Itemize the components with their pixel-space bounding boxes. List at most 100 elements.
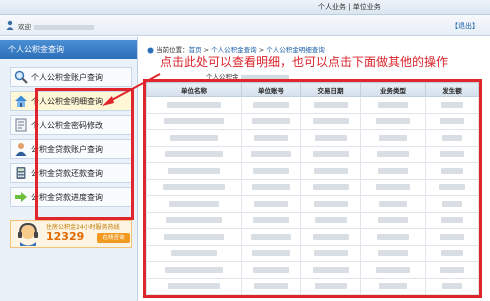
table-cell [300, 129, 361, 147]
table-row[interactable] [146, 96, 479, 114]
blurred-value [253, 266, 289, 273]
user-icon [6, 20, 14, 30]
col-trade-date[interactable]: 交易日期 [300, 82, 361, 97]
table-cell [425, 211, 479, 229]
table-cell [146, 145, 242, 163]
table-cell [146, 228, 242, 246]
table-cell [360, 112, 426, 130]
breadcrumb-level1-link[interactable]: 个人公积金查询 [211, 46, 257, 54]
table-cell [241, 228, 301, 246]
blurred-value [252, 118, 290, 125]
blurred-value [252, 184, 290, 191]
table-cell [146, 244, 242, 262]
col-unit-name[interactable]: 单位名称 [146, 82, 242, 97]
table-row[interactable] [146, 244, 479, 262]
table-cell [425, 112, 479, 130]
blurred-value [376, 184, 410, 191]
highlight-box-sidebar [35, 88, 134, 220]
blurred-value [312, 184, 349, 191]
table-row[interactable] [146, 129, 479, 147]
table-cell [300, 96, 361, 114]
blurred-value [313, 101, 348, 108]
table-row[interactable] [146, 277, 479, 295]
magnifier-icon [11, 68, 31, 86]
table-cell [360, 129, 426, 147]
table-cell [360, 211, 426, 229]
blurred-value [377, 233, 409, 240]
table-cell [425, 244, 479, 262]
table-row[interactable] [146, 178, 479, 196]
blurred-value [313, 200, 348, 207]
table-cell [241, 178, 301, 196]
table-row[interactable] [146, 261, 479, 279]
blurred-value [254, 283, 288, 290]
blurred-value [440, 266, 464, 273]
blurred-value [314, 283, 347, 290]
table-row[interactable] [146, 145, 479, 163]
blurred-value [254, 200, 288, 207]
blurred-value [377, 151, 409, 158]
blurred-value [169, 200, 219, 207]
blurred-value [441, 167, 463, 174]
sidebar-item-label: 个人公积金账户查询 [31, 72, 103, 82]
location-icon [147, 47, 154, 53]
blurred-value [378, 217, 408, 224]
blurred-value [253, 167, 289, 174]
table-cell [146, 96, 242, 114]
table-cell [146, 211, 242, 229]
blurred-value [253, 101, 289, 108]
table-cell [425, 129, 479, 147]
table-cell [146, 162, 242, 180]
table-cell [360, 145, 426, 163]
table-cell [300, 261, 361, 279]
headset-icon [18, 222, 38, 246]
breadcrumb-home-link[interactable]: 首页 [189, 46, 202, 54]
table-cell [146, 261, 242, 279]
sidebar-item-account-query[interactable]: 个人公积金账户查询 [10, 67, 132, 87]
col-unit-account[interactable]: 单位账号 [241, 82, 301, 97]
blurred-value [312, 233, 349, 240]
table-cell [300, 162, 361, 180]
blurred-value [379, 200, 407, 207]
col-business-type[interactable]: 业务类型 [360, 82, 426, 97]
table-row[interactable] [146, 112, 479, 130]
table-cell [425, 261, 479, 279]
detail-table: 单位名称 单位账号 交易日期 业务类型 发生额 [143, 79, 482, 298]
col-amount[interactable]: 发生额 [425, 82, 479, 97]
exit-link[interactable]: 【退出】 [451, 21, 479, 31]
blurred-value [251, 151, 291, 158]
table-cell [146, 129, 242, 147]
table-cell [241, 112, 301, 130]
table-cell [360, 178, 426, 196]
blurred-value [379, 283, 407, 290]
blurred-value [312, 118, 349, 125]
blurred-value [376, 266, 410, 273]
table-row[interactable] [146, 162, 479, 180]
table-row[interactable] [146, 228, 479, 246]
table-cell [241, 162, 301, 180]
breadcrumb: 当前位置：首页 > 个人公积金查询 > 个人公积金明细查询 [147, 44, 325, 54]
table-row[interactable] [146, 195, 479, 213]
table-cell [360, 228, 426, 246]
table-cell [360, 261, 426, 279]
table-row[interactable] [146, 211, 479, 229]
sidebar-title: 个人公积金查询 [0, 40, 137, 59]
breadcrumb-current: 个人公积金明细查询 [266, 46, 325, 54]
table-cell [300, 244, 361, 262]
blurred-value [440, 233, 464, 240]
house-icon [11, 92, 31, 110]
welcome-label: 欢迎 [18, 23, 31, 31]
online-consult-button[interactable]: 在线咨询 [97, 233, 130, 243]
hotline-number: 12329 [46, 230, 85, 243]
table-cell [360, 195, 426, 213]
table-cell [300, 178, 361, 196]
blurred-value [439, 184, 465, 191]
table-cell [146, 178, 242, 196]
blurred-value [312, 266, 349, 273]
top-nav[interactable]: 个人业务 | 单位业务 [318, 2, 381, 12]
welcome-text: 欢迎 [18, 21, 94, 31]
blurred-value [441, 101, 463, 108]
blurred-value [440, 151, 464, 158]
table-cell [425, 178, 479, 196]
table-cell [241, 277, 301, 295]
